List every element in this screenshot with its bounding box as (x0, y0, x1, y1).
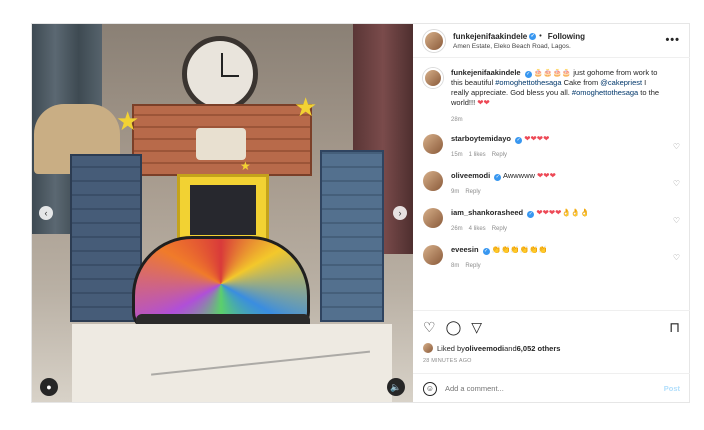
comment-likes[interactable]: 4 likes (469, 226, 486, 232)
emoji-icon[interactable]: ☺ (423, 381, 437, 396)
like-icon[interactable]: ♡ (423, 320, 436, 334)
comment-text: ❤❤❤❤ (524, 133, 550, 143)
hashtag-link[interactable]: #omoghettothesaga (572, 88, 638, 97)
comment-input[interactable] (445, 384, 664, 393)
speaker-icon: 🔈 (390, 382, 402, 392)
post-header: funkejenifaakindele ✓ • Following Amen E… (413, 24, 690, 58)
post-timestamp[interactable]: 28 MINUTES AGO (423, 358, 680, 364)
cake-yellow-frame (177, 174, 269, 242)
comment-text: ❤❤❤❤👌👌👌 (536, 208, 590, 218)
location-link[interactable]: Amen Estate, Eleko Beach Road, Lagos. (453, 43, 585, 50)
avatar (423, 343, 433, 353)
comment-likes[interactable]: 1 likes (469, 152, 486, 158)
like-comment-icon[interactable]: ♡ (673, 253, 680, 262)
comments-list: funkejenifaakindele ✓ 🎂🎂🎂🎂 just gohome f… (413, 59, 690, 309)
reply-button[interactable]: Reply (465, 189, 480, 195)
liked-by-user[interactable]: oliveemodi (465, 344, 504, 353)
next-media-button[interactable]: › (393, 206, 407, 220)
cake-shutter-right (320, 150, 384, 322)
comment-text: 👏👏👏👏👏👏 (491, 245, 548, 255)
caption-emoji: 🎂🎂🎂🎂 (533, 68, 572, 77)
star-decoration: ★ (116, 106, 140, 136)
more-options-icon[interactable]: ••• (665, 34, 680, 46)
caption-text: Cake from (561, 78, 601, 88)
chevron-left-icon: ‹ (44, 208, 48, 218)
reply-button[interactable]: Reply (492, 152, 507, 158)
caption: funkejenifaakindele ✓ 🎂🎂🎂🎂 just gohome f… (423, 68, 680, 124)
comment-username[interactable]: oliveemodi (451, 171, 490, 180)
comment-username[interactable]: starboytemidayo (451, 134, 511, 143)
tagged-users-button[interactable]: ● (40, 378, 58, 396)
like-comment-icon[interactable]: ♡ (673, 216, 680, 225)
liked-by-others[interactable]: 6,052 others (517, 344, 561, 353)
header-username[interactable]: funkejenifaakindele (453, 32, 527, 41)
star-decoration: ★ (294, 92, 318, 122)
verified-badge-icon: ✓ (527, 211, 535, 219)
mute-button[interactable]: 🔈 (387, 378, 405, 396)
avatar[interactable] (423, 245, 443, 266)
verified-badge-icon: ✓ (529, 32, 537, 40)
star-decoration: ★ (240, 159, 251, 173)
avatar[interactable] (423, 29, 445, 52)
verified-badge-icon: ✓ (524, 71, 532, 78)
following-button[interactable]: Following (548, 32, 585, 41)
wall-clock (182, 36, 258, 112)
verified-badge-icon: ✓ (494, 173, 502, 181)
avatar[interactable] (423, 68, 443, 88)
avatar[interactable] (423, 170, 443, 191)
post-side-panel: funkejenifaakindele ✓ • Following Amen E… (413, 24, 690, 402)
comment-text: Awwwww (502, 170, 537, 180)
chevron-right-icon: › (398, 208, 402, 218)
comment-icon[interactable]: ◯ (446, 320, 462, 334)
comment-hearts: ❤❤❤ (537, 170, 556, 180)
avatar[interactable] (423, 133, 443, 154)
liked-by-and: and (504, 343, 517, 353)
instagram-post: ★ ★ ★ ‹ › ● 🔈 funkejenifaakindele ✓ • Fo… (31, 23, 690, 403)
comment-row: eveesin ✓ 👏👏👏👏👏👏 8m Reply ♡ (423, 245, 680, 270)
hashtag-link[interactable]: #omoghettothesaga (495, 78, 561, 87)
reply-button[interactable]: Reply (492, 226, 507, 232)
comment-time: 9m (451, 188, 460, 195)
separator-dot: • (539, 32, 542, 40)
comment-time: 26m (451, 226, 463, 233)
comment-time: 8m (451, 263, 460, 270)
prev-media-button[interactable]: ‹ (39, 206, 53, 220)
post-actions: ♡ ◯ ▽ ⊓ Liked by oliveemodi and 6,052 ot… (413, 310, 690, 402)
verified-badge-icon: ✓ (482, 248, 490, 256)
comment-username[interactable]: eveesin (451, 245, 479, 254)
post-media[interactable]: ★ ★ ★ ‹ › ● 🔈 (32, 24, 413, 402)
like-comment-icon[interactable]: ♡ (673, 142, 680, 151)
reply-button[interactable]: Reply (465, 263, 480, 269)
comment-row: starboytemidayo ✓ ❤❤❤❤ 15m 1 likes Reply ♡ (423, 133, 680, 159)
comment-row: iam_shankorasheed ✓ ❤❤❤❤👌👌👌 26m 4 likes Re… (423, 208, 680, 233)
cake-sign (196, 128, 246, 160)
bookmark-icon[interactable]: ⊓ (669, 319, 680, 336)
comment-username[interactable]: iam_shankorasheed (451, 208, 523, 217)
caption-username[interactable]: funkejenifaakindele (451, 68, 521, 77)
like-comment-icon[interactable]: ♡ (673, 179, 680, 188)
comment-time: 15m (451, 151, 463, 158)
avatar[interactable] (423, 208, 443, 229)
comment-row: oliveemodi ✓ Awwwww ❤❤❤ 9m Reply ♡ (423, 170, 680, 196)
header-text: funkejenifaakindele ✓ • Following Amen E… (453, 32, 585, 50)
liked-by-prefix: Liked by (437, 343, 465, 353)
caption-time: 28m (451, 116, 463, 123)
verified-badge-icon: ✓ (515, 136, 523, 144)
mention-link[interactable]: @cakepriest (600, 78, 642, 87)
share-icon[interactable]: ▽ (471, 320, 482, 334)
post-comment-button[interactable]: Post (664, 384, 680, 393)
add-comment-bar: ☺ Post (413, 373, 690, 403)
caption-hearts: ❤❤ (477, 98, 490, 108)
user-icon: ● (46, 382, 52, 392)
likes-summary: Liked by oliveemodi and 6,052 others (423, 343, 680, 353)
